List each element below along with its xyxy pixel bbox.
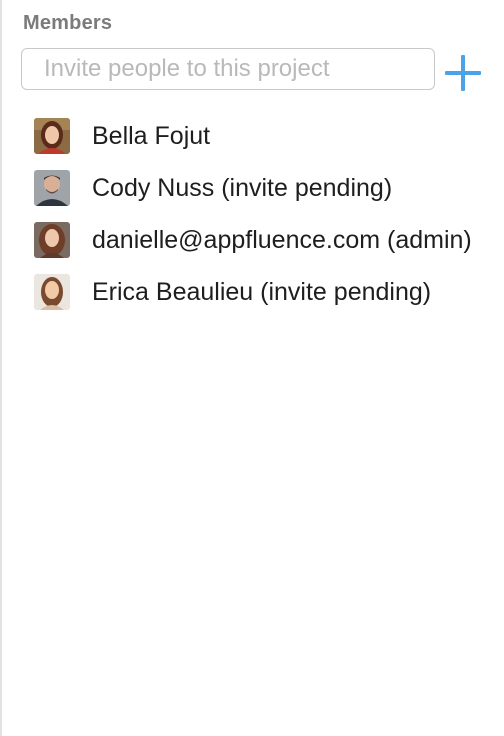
avatar: [34, 170, 70, 206]
member-name: danielle@appfluence.com (admin): [92, 225, 472, 254]
member-name: Erica Beaulieu (invite pending): [92, 277, 432, 306]
add-member-button[interactable]: [442, 52, 484, 94]
member-item-danielle[interactable]: danielle@appfluence.com (admin): [2, 214, 504, 266]
avatar: [34, 118, 70, 154]
members-panel: Members Bella Fojut: [0, 0, 504, 736]
avatar: [34, 222, 70, 258]
member-item-cody[interactable]: Cody Nuss (invite pending): [2, 162, 504, 214]
member-item-erica[interactable]: Erica Beaulieu (invite pending): [2, 266, 504, 318]
avatar: [34, 274, 70, 310]
member-name: Bella Fojut: [92, 121, 211, 150]
plus-icon: [445, 55, 481, 91]
members-list: Bella Fojut Cody Nuss (invite pending) d…: [2, 110, 504, 318]
member-item-bella[interactable]: Bella Fojut: [2, 110, 504, 162]
members-heading: Members: [23, 12, 113, 34]
invite-input[interactable]: [21, 48, 435, 90]
member-name: Cody Nuss (invite pending): [92, 173, 393, 202]
